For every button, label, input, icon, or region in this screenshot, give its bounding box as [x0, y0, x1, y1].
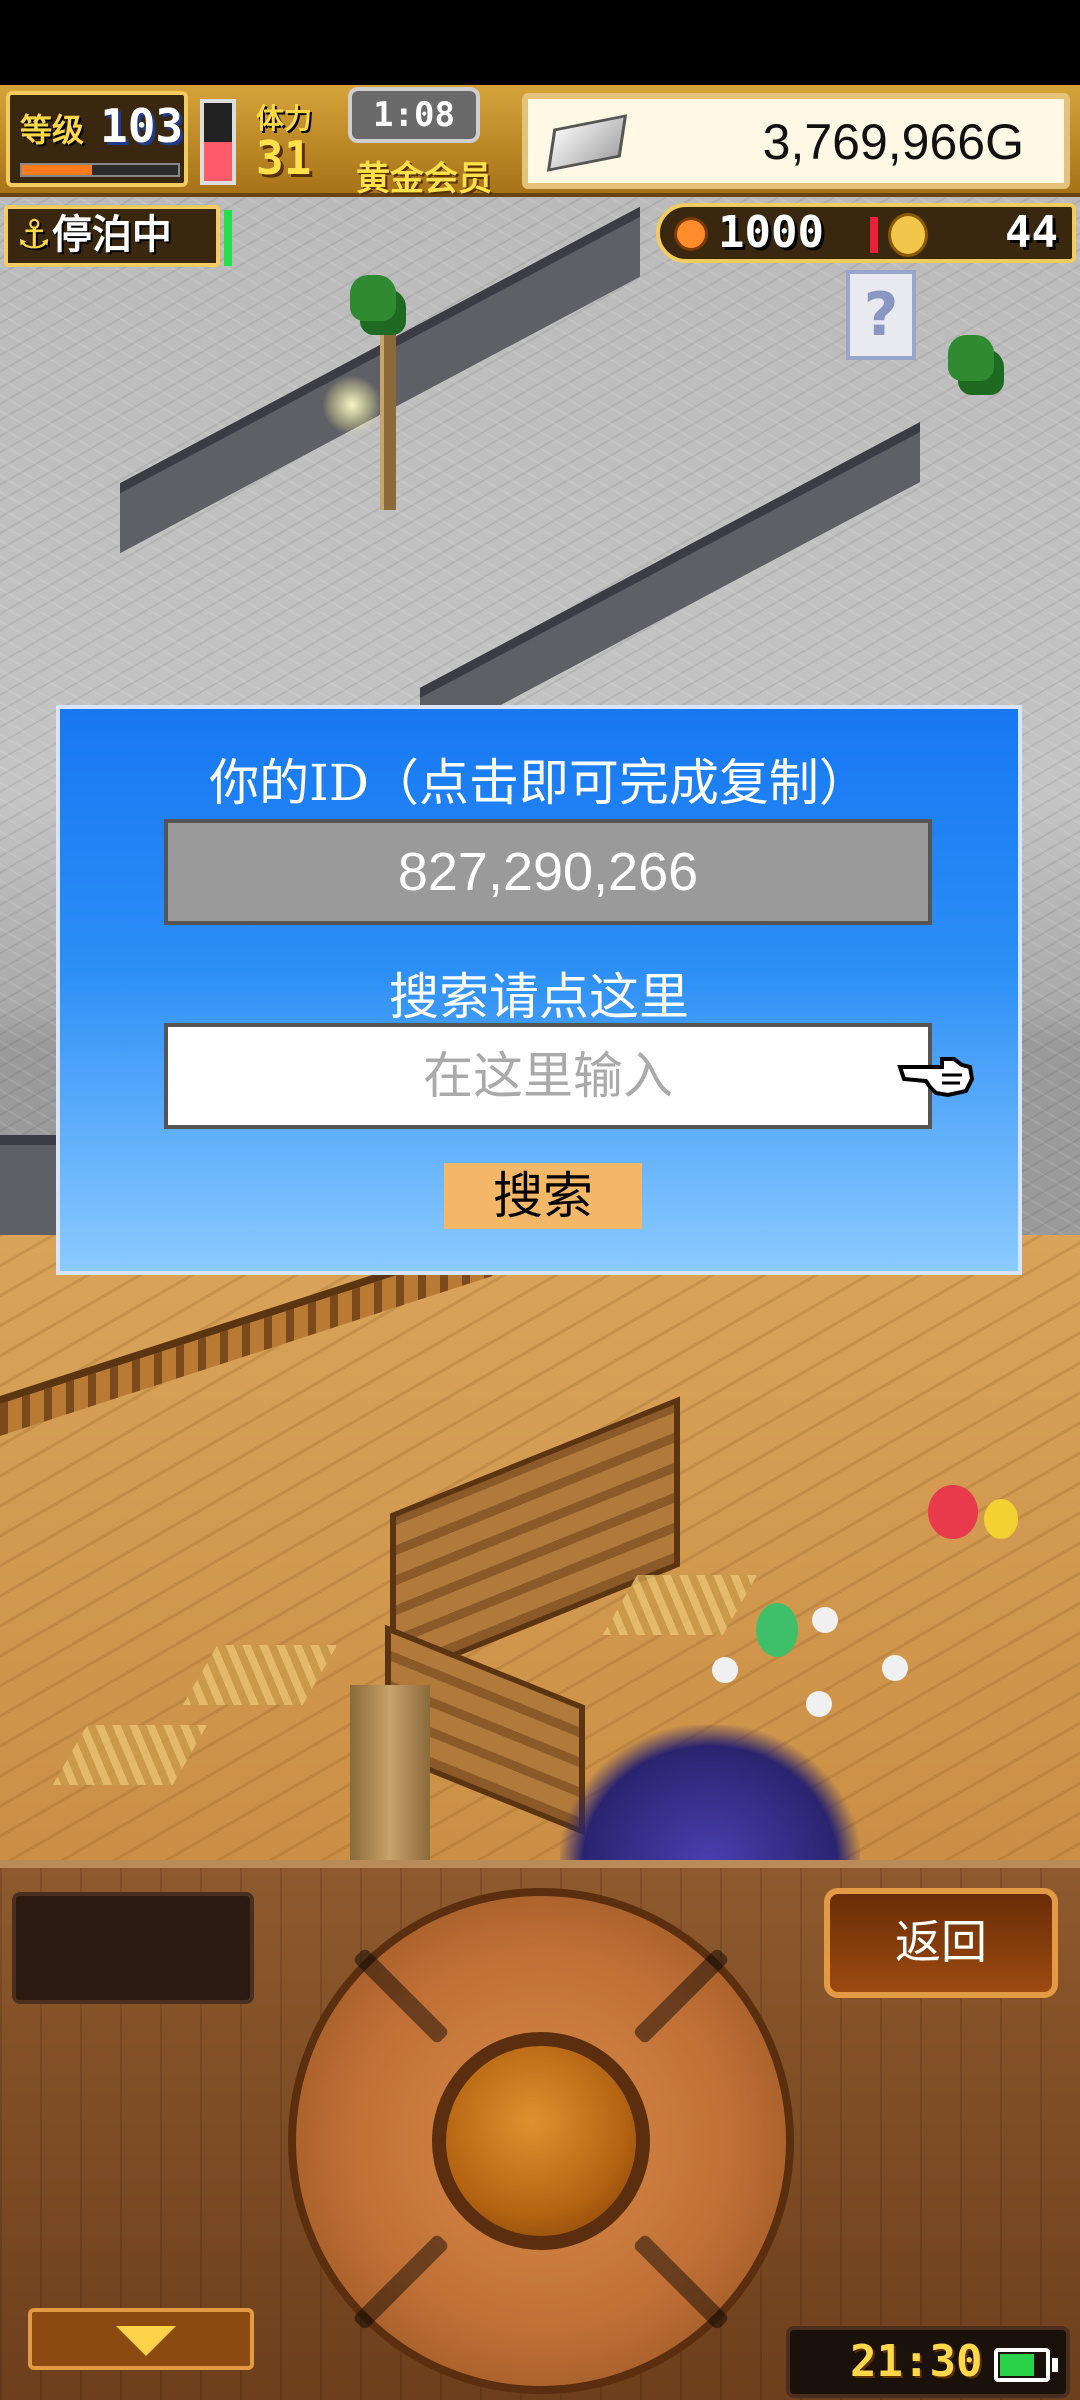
- down-arrow-icon: [116, 2326, 176, 2356]
- control-panel: 返回 21:30: [0, 1860, 1080, 2400]
- fish-icon: [674, 217, 708, 251]
- adventurer-character[interactable]: [928, 1485, 978, 1539]
- resource-divider: [870, 217, 878, 253]
- level-progress-fill: [22, 165, 93, 175]
- level-label: 等级: [20, 111, 85, 149]
- menu-toggle-button[interactable]: [28, 2308, 254, 2370]
- stamina-fill: [204, 142, 232, 181]
- silver-ingot-icon: [546, 114, 628, 172]
- back-button[interactable]: 返回: [824, 1888, 1058, 1998]
- dpad-separator: [352, 1947, 450, 2045]
- level-progress-bar: [20, 163, 180, 177]
- small-creature[interactable]: [712, 1657, 738, 1683]
- membership-badge[interactable]: 黄金会员: [356, 151, 492, 200]
- small-creature[interactable]: [882, 1655, 908, 1681]
- pointing-hand-icon: [897, 1057, 975, 1098]
- battery-icon: [994, 2348, 1050, 2382]
- adventurer-character[interactable]: [984, 1499, 1018, 1539]
- small-creature[interactable]: [812, 1607, 838, 1633]
- dpad-separator: [352, 2233, 450, 2331]
- search-button[interactable]: 搜索: [444, 1163, 642, 1229]
- search-title: 搜索请点这里: [389, 968, 689, 1026]
- dragon-monster[interactable]: [560, 1725, 860, 1860]
- clock-time: 21:30: [850, 2336, 983, 2387]
- stamina-value: 31: [256, 131, 312, 185]
- tree: [350, 275, 396, 321]
- id-title: 你的ID（点击即可完成复制）: [209, 754, 869, 812]
- dpad-center-button[interactable]: [432, 2032, 650, 2250]
- mystery-building[interactable]: ?: [846, 270, 916, 360]
- battery-fill: [1000, 2354, 1035, 2376]
- status-indicator: [224, 210, 232, 266]
- monster-character[interactable]: [756, 1603, 798, 1657]
- stamina-timer: 1:08: [348, 87, 480, 143]
- dpad-separator: [632, 1947, 730, 2045]
- gold-value: 3,769,966G: [762, 114, 1024, 170]
- search-input[interactable]: [164, 1023, 932, 1129]
- gold-panel: 3,769,966G: [522, 93, 1070, 189]
- friend-search-dialog: 你的ID（点击即可完成复制） 827,290,266 搜索请点这里 搜索: [56, 705, 1022, 1275]
- level-panel: 等级 103: [6, 91, 188, 187]
- clock-panel: 21:30: [786, 2326, 1070, 2398]
- lamp-light: [322, 375, 382, 435]
- tree: [948, 335, 994, 381]
- street-lamp: [380, 320, 396, 510]
- ship-mast: [350, 1685, 430, 1860]
- battery-tip: [1052, 2358, 1058, 2372]
- directional-pad[interactable]: [288, 1888, 794, 2394]
- player-id-copy-box[interactable]: 827,290,266: [164, 819, 932, 925]
- info-screen: [12, 1892, 254, 2004]
- top-hud: 等级 103 体力 31 1:08 黄金会员 3,769,966G: [0, 85, 1080, 200]
- dpad-separator: [632, 2233, 730, 2331]
- docked-status[interactable]: ⚓停泊中: [4, 205, 220, 267]
- small-creature[interactable]: [806, 1691, 832, 1717]
- level-value: 103: [100, 99, 184, 153]
- stamina-gauge: [200, 99, 236, 185]
- resources-panel: 1000 44: [656, 203, 1076, 263]
- anchor-icon: ⚓: [16, 212, 52, 258]
- coin-icon: [888, 213, 928, 257]
- medals-value: 1000: [718, 207, 824, 258]
- docked-status-label: 停泊中: [51, 212, 172, 258]
- coins-value: 44: [1005, 207, 1058, 258]
